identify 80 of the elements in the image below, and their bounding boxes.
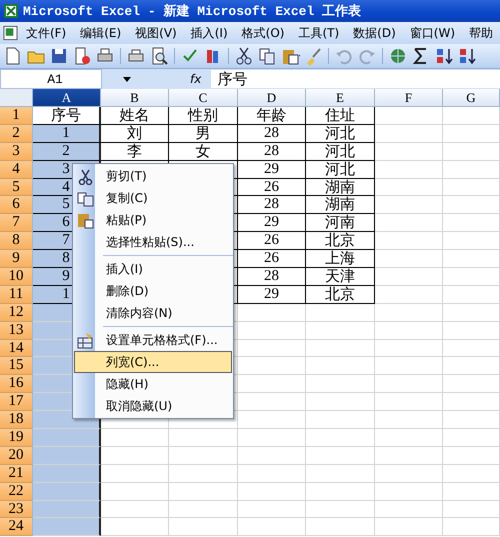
- column-header[interactable]: A: [33, 89, 101, 107]
- table-cell: 住址: [306, 107, 375, 125]
- row-header[interactable]: 22: [0, 482, 33, 501]
- row-header[interactable]: 10: [0, 268, 33, 286]
- row-header[interactable]: 19: [0, 429, 33, 447]
- menu-item[interactable]: 取消隐藏(U): [74, 395, 232, 417]
- row-header[interactable]: 12: [0, 304, 33, 322]
- name-box[interactable]: A1: [0, 69, 102, 89]
- table-cell: 28: [238, 142, 306, 161]
- column-header[interactable]: B: [101, 89, 169, 107]
- menu-item[interactable]: 数据(D): [346, 22, 403, 44]
- column-header[interactable]: D: [238, 89, 306, 107]
- table-cell: 26: [238, 178, 306, 196]
- row-header[interactable]: 3: [0, 142, 33, 161]
- table-cell: 2: [33, 142, 101, 161]
- window-title: Microsoft Excel - 新建 Microsoft Excel 工作表: [23, 2, 362, 20]
- table-cell: 28: [238, 124, 306, 143]
- row-header[interactable]: 24: [0, 518, 33, 536]
- row-header[interactable]: 18: [0, 411, 33, 430]
- row-header[interactable]: 23: [0, 500, 33, 518]
- table-cell: 湖南: [306, 196, 375, 214]
- table-cell: 28: [238, 268, 306, 286]
- table-cell: 河北: [306, 124, 375, 143]
- column-header[interactable]: G: [443, 89, 500, 107]
- menu-item[interactable]: 帮助: [462, 22, 500, 44]
- menu-item[interactable]: 视图(V): [128, 22, 184, 44]
- table-cell: 1: [33, 124, 101, 143]
- row-header[interactable]: 14: [0, 340, 33, 358]
- row-header[interactable]: 21: [0, 464, 33, 483]
- row-header[interactable]: 16: [0, 375, 33, 394]
- formula-field[interactable]: 序号: [211, 70, 500, 88]
- menu-item[interactable]: 工具(T): [291, 22, 346, 44]
- menu-item[interactable]: 编辑(E): [73, 22, 128, 44]
- table-cell: 河南: [306, 214, 375, 232]
- insert-function-button[interactable]: fx: [190, 72, 202, 86]
- table-cell: 刘: [101, 124, 169, 143]
- table-cell: 北京: [306, 286, 375, 304]
- table-cell: 河北: [306, 160, 375, 179]
- menu-item[interactable]: 文件(F): [18, 22, 74, 44]
- menu-item[interactable]: 插入(I): [184, 22, 235, 44]
- menu-item[interactable]: 列宽(C)...: [74, 351, 232, 373]
- row-header[interactable]: 6: [0, 196, 33, 214]
- row-header[interactable]: 15: [0, 357, 33, 376]
- table-cell: 上海: [306, 250, 375, 268]
- menu-item[interactable]: 隐藏(H): [74, 373, 232, 395]
- table-cell: 湖南: [306, 178, 375, 196]
- row-header[interactable]: 11: [0, 286, 33, 304]
- table-cell: 河北: [306, 142, 375, 161]
- row-header[interactable]: 2: [0, 124, 33, 143]
- row-header[interactable]: 8: [0, 232, 33, 250]
- column-header[interactable]: F: [375, 89, 443, 107]
- row-header[interactable]: 1: [0, 107, 33, 125]
- row-header[interactable]: 17: [0, 393, 33, 412]
- row-header[interactable]: 13: [0, 322, 33, 340]
- table-cell: 李: [101, 142, 169, 161]
- row-header[interactable]: 7: [0, 214, 33, 232]
- menu-item[interactable]: 格式(O): [234, 22, 292, 44]
- menu-item[interactable]: 清除内容(N): [74, 302, 232, 324]
- table-cell: 天津: [306, 268, 375, 286]
- table-cell: 29: [238, 160, 306, 179]
- table-cell: 29: [238, 286, 306, 304]
- table-cell: 北京: [306, 232, 375, 250]
- table-cell: 26: [238, 250, 306, 268]
- table-cell: 序号: [33, 107, 101, 125]
- table-cell: 性别: [169, 107, 238, 125]
- menu-item[interactable]: 窗口(W): [402, 22, 462, 44]
- table-cell: 男: [169, 124, 238, 143]
- row-header[interactable]: 20: [0, 446, 33, 465]
- table-cell: 年龄: [238, 107, 306, 125]
- row-header[interactable]: 4: [0, 160, 33, 179]
- table-cell: 29: [238, 214, 306, 232]
- column-header[interactable]: E: [306, 89, 375, 107]
- row-header[interactable]: 9: [0, 250, 33, 268]
- table-cell: 女: [169, 142, 238, 161]
- table-cell: 姓名: [101, 107, 169, 125]
- table-cell: 28: [238, 196, 306, 214]
- row-header[interactable]: 5: [0, 178, 33, 196]
- column-header[interactable]: C: [169, 89, 238, 107]
- menu-item[interactable]: 设置单元格格式(F)...: [74, 329, 232, 351]
- table-cell: 26: [238, 232, 306, 250]
